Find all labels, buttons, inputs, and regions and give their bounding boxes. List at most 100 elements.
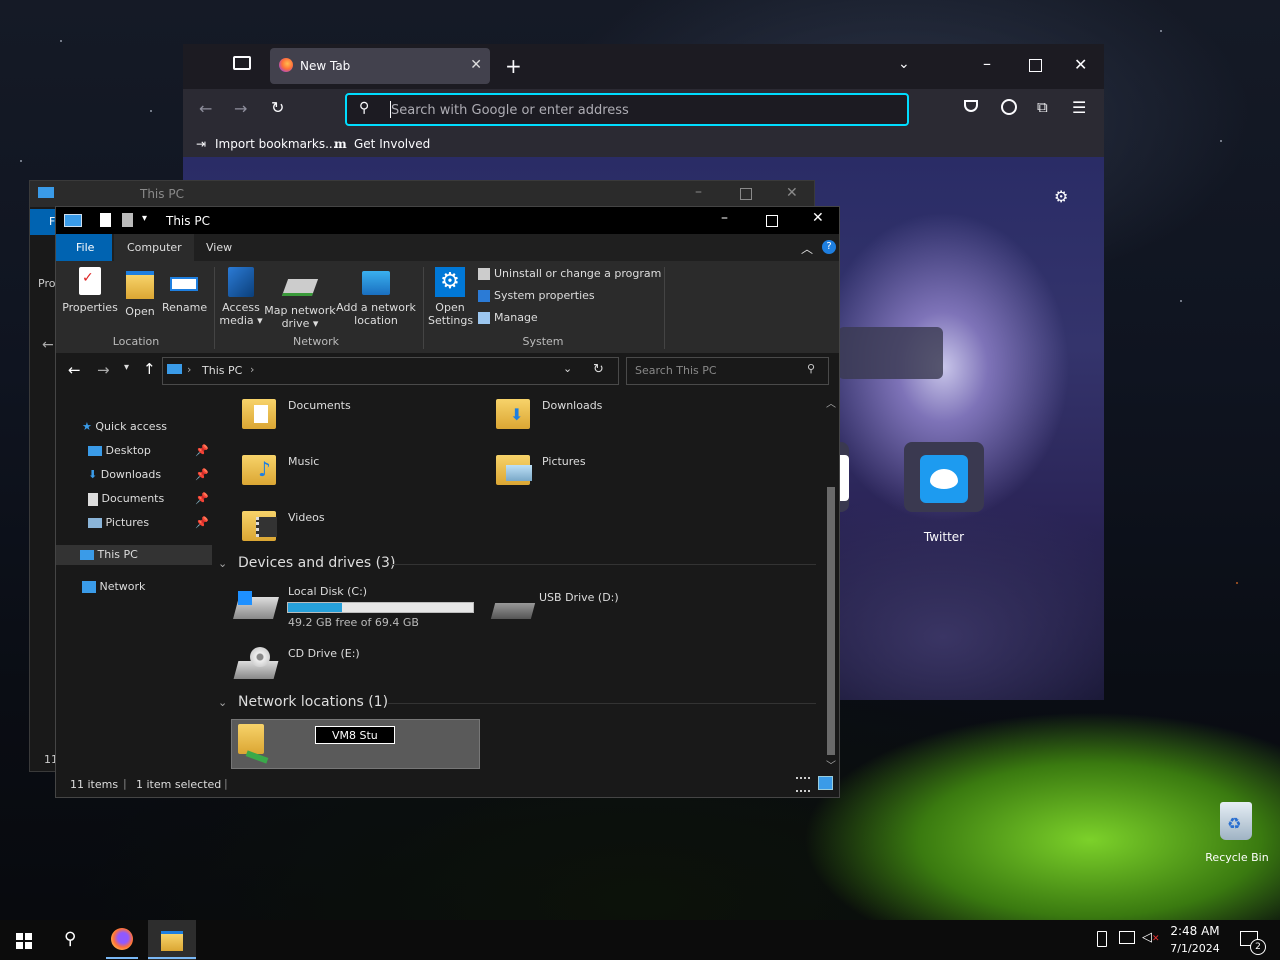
firefox-view-icon[interactable] bbox=[233, 56, 251, 70]
folder-music[interactable]: ♪ Music bbox=[240, 449, 460, 495]
account-icon[interactable] bbox=[1001, 99, 1017, 115]
properties-qat-icon[interactable] bbox=[100, 213, 111, 227]
nav-pictures[interactable]: Pictures 📌 bbox=[88, 513, 213, 533]
add-network-location-button[interactable]: Add a network location bbox=[336, 267, 416, 327]
list-tabs-chevron-icon[interactable]: ⌄ bbox=[898, 56, 910, 72]
minimize-icon[interactable]: – bbox=[983, 54, 991, 73]
drive-e[interactable]: CD Drive (E:) bbox=[233, 645, 484, 691]
minimize-icon[interactable]: – bbox=[721, 210, 728, 226]
extensions-icon[interactable]: ⧉ bbox=[1037, 98, 1048, 116]
nav-documents[interactable]: Documents 📌 bbox=[88, 489, 213, 509]
open-settings-button[interactable]: ⚙ Open Settings bbox=[428, 267, 473, 327]
back-arrow-icon[interactable]: ← bbox=[68, 361, 81, 379]
tab-new-tab[interactable]: New Tab ✕ bbox=[270, 48, 490, 84]
pocket-icon[interactable] bbox=[964, 100, 978, 112]
import-bookmarks-icon: ⇥ bbox=[196, 137, 207, 151]
refresh-icon[interactable]: ↻ bbox=[593, 362, 604, 377]
rename-textbox[interactable] bbox=[315, 726, 395, 744]
qat-dropdown-icon[interactable]: ▾ bbox=[142, 213, 147, 224]
bookmark-import[interactable]: Import bookmarks... bbox=[215, 137, 337, 151]
folder-pictures[interactable]: Pictures bbox=[494, 449, 714, 495]
folder-icon: ♪ bbox=[242, 455, 276, 485]
network-tray-icon[interactable] bbox=[1119, 931, 1135, 944]
nav-desktop[interactable]: Desktop 📌 bbox=[88, 441, 213, 461]
drive-c[interactable]: Local Disk (C:) 49.2 GB free of 69.4 GB bbox=[233, 585, 484, 635]
new-tab-icon[interactable]: + bbox=[505, 54, 522, 78]
back-arrow-icon[interactable]: ← bbox=[199, 99, 212, 118]
forward-arrow-icon[interactable]: → bbox=[234, 99, 247, 118]
details-view-icon[interactable] bbox=[796, 777, 810, 792]
new-folder-qat-icon[interactable] bbox=[122, 213, 133, 227]
volume-muted-icon[interactable]: ◁✕ bbox=[1142, 930, 1160, 945]
tab-view[interactable]: View bbox=[206, 241, 232, 254]
minimize-icon[interactable]: – bbox=[695, 184, 702, 200]
file-tab-partial[interactable]: F bbox=[30, 209, 56, 235]
nav-label: Documents bbox=[101, 492, 165, 505]
folder-videos[interactable]: Videos bbox=[240, 505, 460, 551]
recent-locations-chevron-icon[interactable]: ▾ bbox=[124, 362, 129, 373]
close-window-icon[interactable]: ✕ bbox=[1074, 55, 1087, 74]
close-tab-icon[interactable]: ✕ bbox=[470, 57, 482, 73]
search-box[interactable]: Search This PC ⚲ bbox=[626, 357, 829, 385]
action-center-button[interactable]: 2 bbox=[1232, 920, 1276, 960]
large-icons-view-icon[interactable] bbox=[818, 776, 833, 790]
forward-arrow-icon[interactable]: → bbox=[97, 361, 110, 379]
scrollbar-thumb[interactable] bbox=[827, 487, 835, 755]
map-network-drive-button[interactable]: Map network drive ▾ bbox=[264, 267, 336, 330]
star bbox=[1220, 140, 1222, 142]
maximize-icon[interactable] bbox=[766, 215, 778, 227]
explorer-titlebar[interactable]: ▾ This PC – ✕ bbox=[56, 207, 839, 234]
maximize-icon[interactable] bbox=[740, 188, 752, 200]
network-locations-header[interactable]: Network locations (1) bbox=[238, 694, 388, 710]
taskbar-file-explorer[interactable] bbox=[148, 920, 196, 960]
network-location-item-selected[interactable] bbox=[231, 719, 480, 769]
nav-network[interactable]: Network bbox=[82, 577, 145, 597]
url-bar[interactable]: ⚲ Search with Google or enter address bbox=[345, 93, 909, 126]
app-menu-icon[interactable]: ☰ bbox=[1072, 98, 1086, 117]
add-network-label-2: location bbox=[354, 314, 398, 327]
drive-d[interactable]: USB Drive (D:) bbox=[490, 585, 741, 635]
network-drive-icon bbox=[281, 279, 319, 296]
system-properties-button[interactable]: System properties bbox=[478, 289, 595, 302]
breadcrumb-this-pc[interactable]: This PC bbox=[202, 364, 242, 377]
network-chevron-icon[interactable]: ⌄ bbox=[218, 696, 227, 709]
gear-icon[interactable]: ⚙ bbox=[1054, 187, 1068, 206]
usb-tray-icon[interactable] bbox=[1097, 931, 1107, 947]
collapse-ribbon-icon[interactable]: ︿ bbox=[801, 240, 813, 257]
maximize-icon[interactable] bbox=[1029, 59, 1042, 72]
address-dropdown-icon[interactable]: ⌄ bbox=[563, 362, 572, 375]
devices-chevron-icon[interactable]: ⌄ bbox=[218, 557, 227, 570]
search-button[interactable]: ⚲ bbox=[48, 920, 96, 960]
properties-button[interactable]: ✓ Properties bbox=[62, 267, 118, 314]
status-separator: | bbox=[224, 777, 228, 790]
bookmark-get-involved[interactable]: Get Involved bbox=[354, 137, 430, 151]
clock-date[interactable]: 7/1/2024 bbox=[1166, 942, 1224, 955]
nav-downloads[interactable]: ⬇ Downloads 📌 bbox=[88, 465, 213, 485]
folder-documents[interactable]: Documents bbox=[240, 393, 460, 439]
tab-file[interactable]: File bbox=[56, 234, 112, 261]
recycle-bin-desktop-icon[interactable]: ♻ Recycle Bin bbox=[1200, 800, 1274, 870]
rename-button[interactable]: Rename bbox=[162, 267, 207, 314]
nav-quick-access[interactable]: ★ Quick access bbox=[82, 417, 167, 437]
back-arrow-icon[interactable]: ← bbox=[42, 337, 54, 353]
close-window-icon[interactable]: ✕ bbox=[812, 210, 824, 226]
folder-downloads[interactable]: ⬇ Downloads bbox=[494, 393, 714, 439]
scroll-down-icon[interactable]: ﹀ bbox=[826, 757, 836, 772]
close-window-icon[interactable]: ✕ bbox=[786, 185, 798, 201]
scroll-up-icon[interactable]: ︿ bbox=[826, 395, 836, 410]
open-button[interactable]: Open bbox=[120, 267, 160, 318]
vertical-scrollbar[interactable]: ︿ ﹀ bbox=[824, 391, 838, 772]
address-bar[interactable]: › This PC › ⌄ ↻ bbox=[162, 357, 619, 385]
clock-time[interactable]: 2:48 AM bbox=[1166, 924, 1224, 938]
taskbar-firefox[interactable] bbox=[98, 920, 146, 960]
help-icon[interactable]: ? bbox=[822, 240, 836, 254]
manage-button[interactable]: Manage bbox=[478, 311, 538, 324]
up-arrow-icon[interactable]: ↑ bbox=[143, 360, 156, 378]
uninstall-program-button[interactable]: Uninstall or change a program bbox=[478, 267, 661, 280]
reload-icon[interactable]: ↻ bbox=[271, 98, 284, 117]
tab-computer[interactable]: Computer bbox=[114, 234, 194, 261]
start-button[interactable] bbox=[0, 920, 48, 960]
devices-and-drives-header[interactable]: Devices and drives (3) bbox=[238, 555, 395, 571]
access-media-button[interactable]: Access media ▾ bbox=[218, 267, 264, 327]
nav-this-pc[interactable]: This PC bbox=[56, 545, 212, 565]
